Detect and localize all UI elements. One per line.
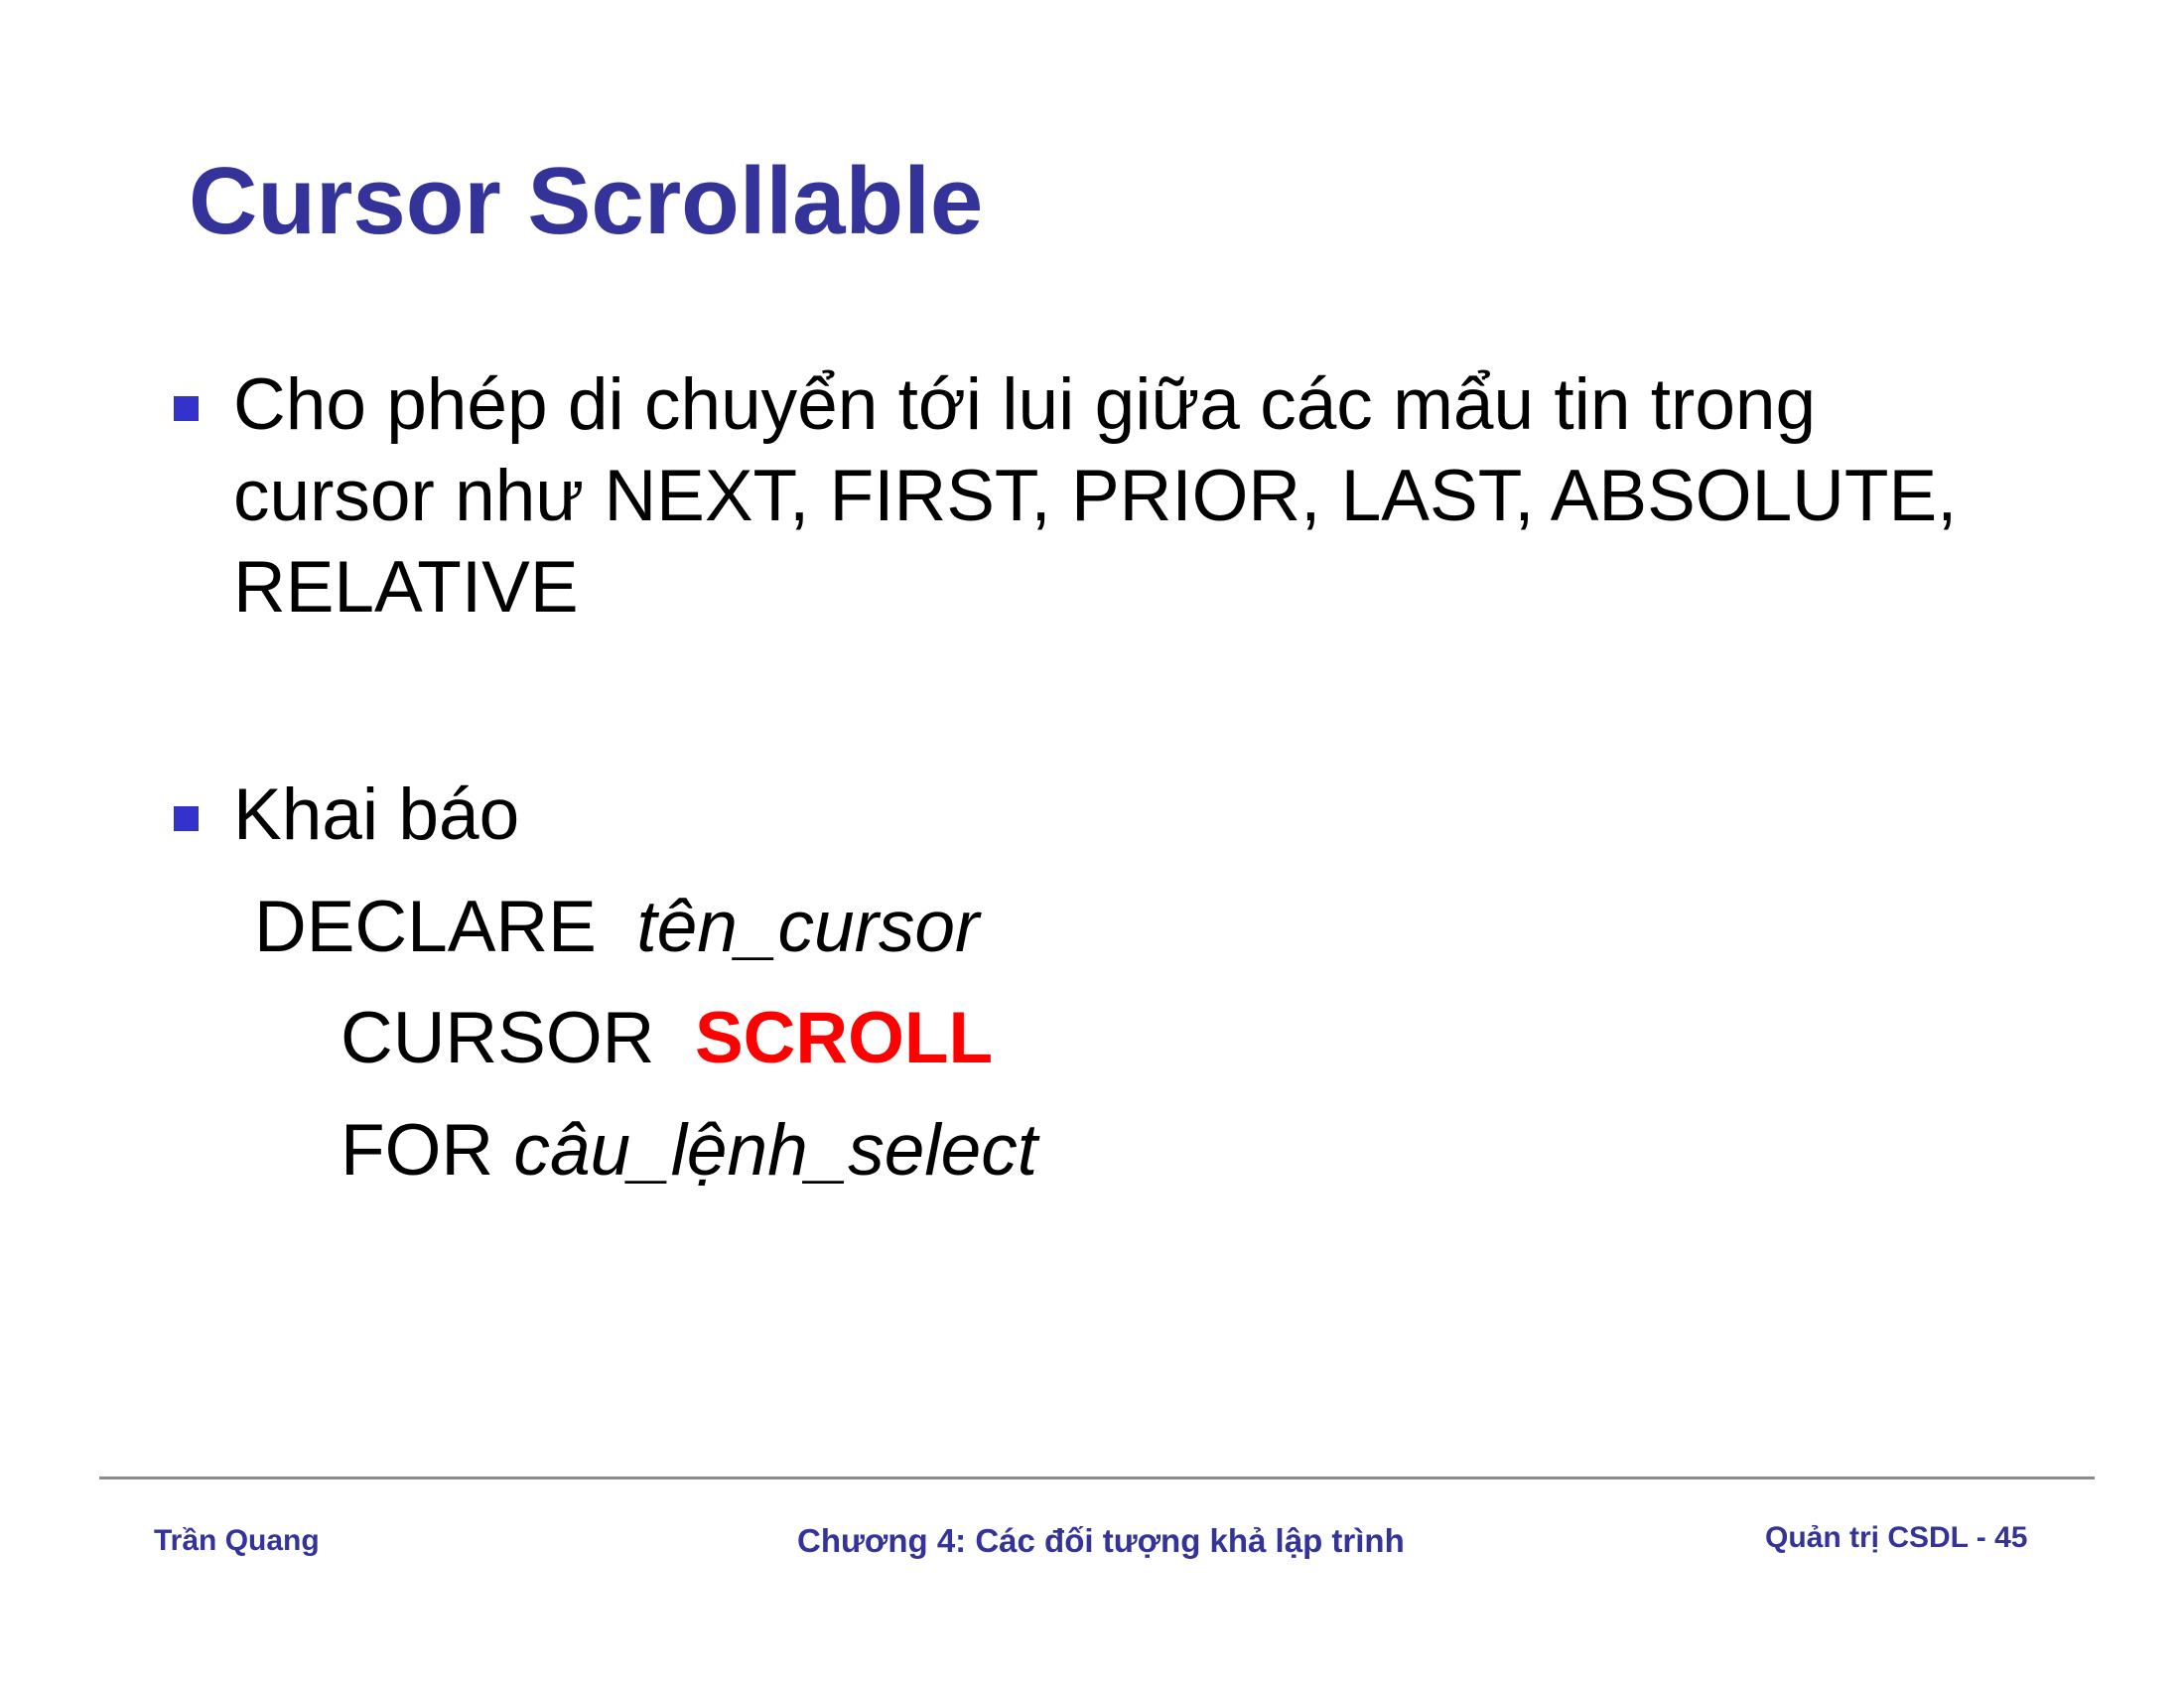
bullet-square-icon xyxy=(174,396,199,421)
footer-divider xyxy=(99,1477,2095,1479)
code-param: tên_cursor xyxy=(636,887,980,967)
code-keyword: CURSOR xyxy=(341,998,655,1078)
slide-title: Cursor Scrollable xyxy=(189,148,984,254)
code-highlight-keyword: SCROLL xyxy=(694,998,994,1078)
code-param: câu_lệnh_select xyxy=(513,1110,1038,1191)
footer-chapter: Chương 4: Các đối tượng khả lập trình xyxy=(797,1522,1405,1559)
code-keyword: FOR xyxy=(341,1110,494,1191)
bullet-square-icon xyxy=(174,806,199,831)
footer-page-number: Quản trị CSDL - 45 xyxy=(1765,1521,2028,1554)
bullet-text: Khai báo xyxy=(233,774,520,855)
code-line-declare: DECLARE tên_cursor xyxy=(254,882,979,973)
slide: Cursor Scrollable Cho phép di chuyển tới… xyxy=(0,0,2184,1688)
code-keyword: DECLARE xyxy=(254,887,597,967)
code-line-cursor: CURSOR SCROLL xyxy=(341,993,993,1084)
code-line-for: FOR câu_lệnh_select xyxy=(341,1105,1037,1196)
footer-author: Trần Quang xyxy=(154,1524,320,1557)
bullet-text: Cho phép di chuyển tới lui giữa các mẩu … xyxy=(233,364,1958,628)
